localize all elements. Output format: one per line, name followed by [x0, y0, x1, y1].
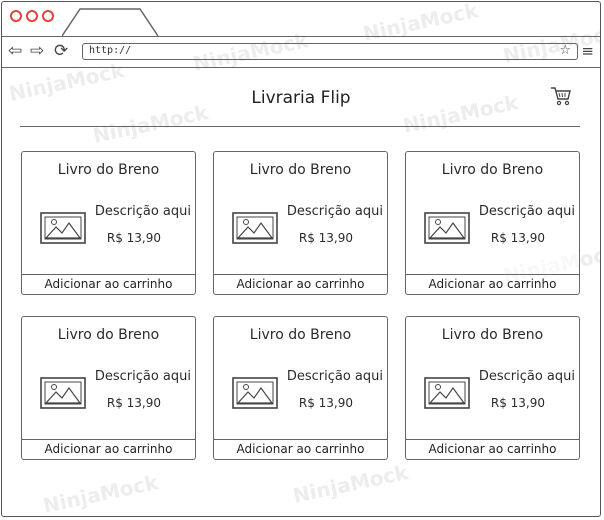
product-description: Descrição aqui	[94, 204, 191, 219]
product-description: Descrição aqui	[94, 369, 191, 384]
product-title: Livro do Breno	[441, 327, 544, 343]
product-card[interactable]: Livro do Breno Descrição aqui R$ 13,90 A…	[405, 316, 580, 460]
tab-bar	[2, 2, 600, 37]
hamburger-menu-icon[interactable]: ≡	[581, 42, 594, 60]
product-title: Livro do Breno	[249, 162, 352, 178]
product-card[interactable]: Livro do Breno Descrição aqui R$ 13,90 A…	[21, 316, 196, 460]
maximize-dot-icon[interactable]	[42, 10, 54, 22]
product-price: R$ 13,90	[298, 396, 353, 410]
product-title: Livro do Breno	[441, 162, 544, 178]
image-placeholder-icon	[40, 377, 86, 409]
product-card[interactable]: Livro do Breno Descrição aqui R$ 13,90 A…	[213, 151, 388, 295]
add-to-cart-button[interactable]: Adicionar ao carrinho	[22, 439, 195, 459]
product-description: Descrição aqui	[478, 204, 575, 219]
product-description: Descrição aqui	[286, 204, 383, 219]
back-arrow-icon[interactable]: ⇦	[8, 42, 22, 60]
browser-tab[interactable]	[62, 8, 162, 36]
reload-icon[interactable]: ⟳	[54, 42, 68, 60]
image-placeholder-icon	[232, 377, 278, 409]
minimize-dot-icon[interactable]	[26, 10, 38, 22]
url-input[interactable]: http:// ☆	[82, 43, 578, 60]
image-placeholder-icon	[424, 212, 470, 244]
image-placeholder-icon	[424, 377, 470, 409]
product-price: R$ 13,90	[490, 396, 545, 410]
star-icon[interactable]: ☆	[559, 43, 571, 58]
product-card[interactable]: Livro do Breno Descrição aqui R$ 13,90 A…	[405, 151, 580, 295]
product-price: R$ 13,90	[106, 396, 161, 410]
shopping-cart-icon[interactable]	[550, 86, 572, 106]
product-title: Livro do Breno	[249, 327, 352, 343]
watermark: NinjaMock	[40, 470, 161, 517]
watermark: NinjaMock	[290, 460, 411, 508]
close-dot-icon[interactable]	[10, 10, 22, 22]
product-description: Descrição aqui	[286, 369, 383, 384]
browser-window: NinjaMock NinjaMock NinjaMock NinjaMock …	[1, 1, 601, 517]
page-title: Livraria Flip	[251, 88, 351, 108]
add-to-cart-button[interactable]: Adicionar ao carrinho	[214, 274, 387, 294]
url-text: http://	[89, 45, 132, 56]
product-description: Descrição aqui	[478, 369, 575, 384]
add-to-cart-button[interactable]: Adicionar ao carrinho	[22, 274, 195, 294]
add-to-cart-button[interactable]: Adicionar ao carrinho	[406, 274, 579, 294]
product-price: R$ 13,90	[106, 231, 161, 245]
image-placeholder-icon	[40, 212, 86, 244]
image-placeholder-icon	[232, 212, 278, 244]
add-to-cart-button[interactable]: Adicionar ao carrinho	[214, 439, 387, 459]
product-card[interactable]: Livro do Breno Descrição aqui R$ 13,90 A…	[21, 151, 196, 295]
product-price: R$ 13,90	[298, 231, 353, 245]
product-card[interactable]: Livro do Breno Descrição aqui R$ 13,90 A…	[213, 316, 388, 460]
header-divider	[20, 126, 580, 127]
add-to-cart-button[interactable]: Adicionar ao carrinho	[406, 439, 579, 459]
product-title: Livro do Breno	[57, 327, 160, 343]
address-bar-row: ⇦ ⇨ ⟳ http:// ☆ ≡	[2, 37, 600, 68]
product-title: Livro do Breno	[57, 162, 160, 178]
forward-arrow-icon[interactable]: ⇨	[30, 42, 44, 60]
product-price: R$ 13,90	[490, 231, 545, 245]
